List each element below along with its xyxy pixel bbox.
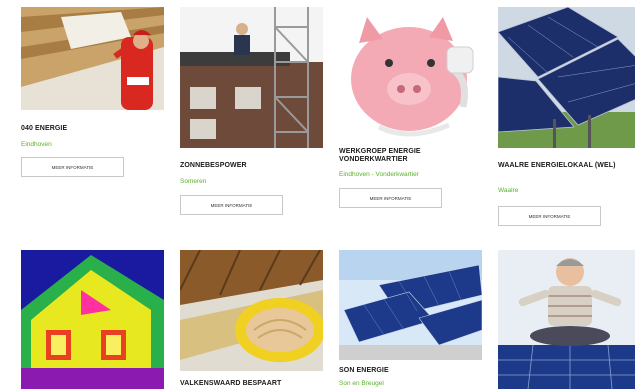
project-title[interactable]: Valkenswaard bespaart bbox=[180, 380, 330, 388]
more-info-button[interactable]: Meer informatie bbox=[180, 195, 283, 215]
project-image-insulation-installer[interactable] bbox=[21, 7, 164, 110]
project-title[interactable]: Son Energie bbox=[339, 367, 489, 375]
project-image-man-solar-panels[interactable] bbox=[498, 250, 635, 389]
more-info-button[interactable]: Meer informatie bbox=[21, 157, 124, 177]
project-image-solar-panels-sky[interactable] bbox=[339, 250, 482, 360]
project-image-solar-field[interactable] bbox=[498, 7, 635, 148]
more-info-button[interactable]: Meer informatie bbox=[339, 188, 442, 208]
project-location: Someren bbox=[180, 178, 207, 185]
project-location: Son en Breugel bbox=[339, 380, 384, 387]
project-title[interactable]: Werkgroep Energie Vonderkwartier bbox=[339, 148, 489, 164]
project-location: Eindhoven - Vonderkwartier bbox=[339, 171, 419, 178]
project-location: Waalre bbox=[498, 187, 519, 194]
project-title[interactable]: Zonnebespower bbox=[180, 162, 330, 170]
project-title[interactable]: Waalre Energielokaal (WEL) bbox=[498, 162, 635, 170]
project-image-solar-roof[interactable] bbox=[180, 7, 323, 148]
project-image-piggy-bank[interactable] bbox=[339, 7, 482, 140]
project-location: Eindhoven bbox=[21, 141, 52, 148]
project-title[interactable]: 040 Energie bbox=[21, 125, 171, 133]
project-image-thermal-house[interactable] bbox=[21, 250, 164, 389]
more-info-button[interactable]: Meer informatie bbox=[498, 206, 601, 226]
project-image-roof-insulation[interactable] bbox=[180, 250, 323, 371]
